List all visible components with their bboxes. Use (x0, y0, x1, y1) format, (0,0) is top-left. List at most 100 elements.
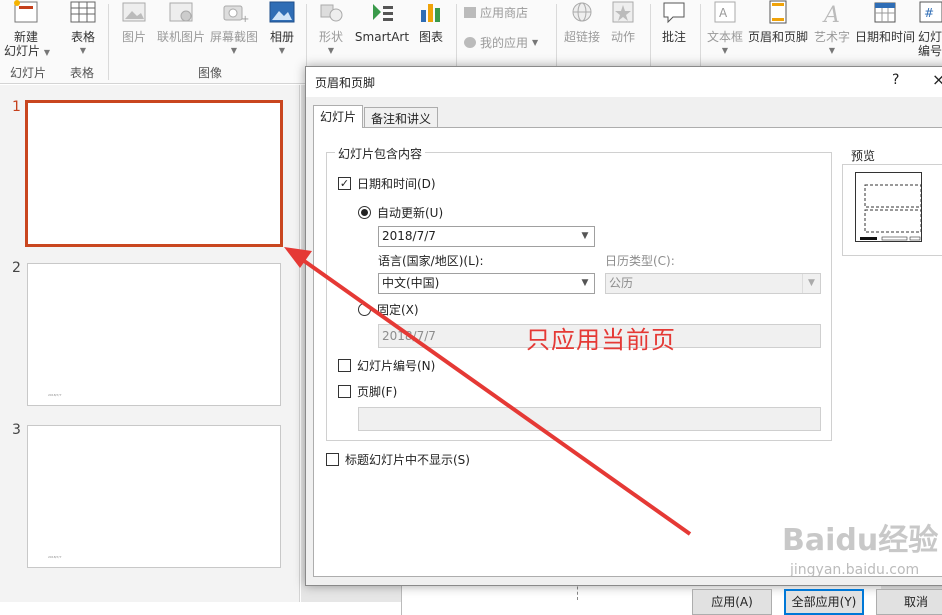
chevron-down-icon: ▼ (79, 46, 87, 55)
comment-label: 批注 (661, 30, 686, 44)
chevron-down-icon: ▼ (581, 231, 589, 241)
calendar-type-select[interactable]: 公历 ▼ (605, 273, 821, 294)
checkmark-icon: ✓ (338, 177, 351, 190)
baidu-watermark: Baidu经验 (782, 523, 939, 558)
globe-link-icon (572, 2, 592, 22)
thumbnail-footer-date: 2018/7/7 (48, 555, 62, 559)
wordart-icon: A (822, 3, 840, 26)
shapes-icon (320, 4, 343, 22)
header-footer-button[interactable]: 页眉和页脚 (747, 0, 809, 64)
picture-icon (122, 2, 146, 22)
star-icon (612, 1, 634, 23)
slide-number-icon: # (919, 1, 942, 23)
apps-icon (464, 36, 476, 48)
action-button[interactable]: 动作 (608, 0, 638, 64)
online-picture-button[interactable]: 联机图片 (156, 0, 206, 64)
date-time-button[interactable]: 日期和时间 (854, 0, 916, 64)
tab-slide[interactable]: 幻灯片 (313, 105, 364, 128)
slide-thumbnail-2[interactable]: 2018/7/7 (27, 263, 281, 406)
store-icon (464, 6, 476, 18)
preview-box (842, 164, 942, 256)
app-store-button[interactable]: 应用商店 (464, 2, 528, 22)
slide-number-button[interactable]: # 幻灯 编号 (918, 0, 942, 64)
smartart-icon (373, 4, 393, 21)
action-label: 动作 (610, 30, 635, 44)
calendar-icon (874, 2, 896, 23)
svg-text:A: A (822, 3, 840, 26)
dialog-title-bar: 页眉和页脚 ? × (306, 67, 942, 97)
slide-thumbnail-3[interactable]: 2018/7/7 (27, 425, 281, 568)
calendar-value: 公历 (609, 276, 634, 290)
date-time-label: 日期和时间 (854, 30, 915, 44)
fixed-radio[interactable]: 固定(X) (358, 301, 419, 318)
auto-date-format-select[interactable]: 2018/7/7 ▼ (378, 226, 595, 247)
textbox-button[interactable]: A 文本框 ▼ (706, 0, 744, 64)
radio-selected-icon (358, 206, 371, 219)
chevron-down-icon: ▼ (43, 48, 50, 57)
slide-content-groupbox: 幻灯片包含内容 (326, 145, 832, 441)
my-apps-button[interactable]: 我的应用 ▼ (464, 32, 538, 52)
dont-show-on-title-checkbox[interactable]: 标题幻灯片中不显示(S) (326, 451, 470, 468)
shapes-button[interactable]: 形状 ▼ (314, 0, 348, 64)
language-select[interactable]: 中文(中国) ▼ (378, 273, 595, 294)
chevron-down-icon: ▼ (278, 46, 286, 55)
date-time-checkbox[interactable]: ✓ 日期和时间(D) (338, 175, 436, 192)
auto-update-radio[interactable]: 自动更新(U) (358, 204, 443, 221)
comment-button[interactable]: 批注 (658, 0, 690, 64)
group-label-images: 图像 (197, 66, 222, 80)
calendar-type-label: 日历类型(C): (605, 254, 675, 268)
wordart-button[interactable]: A 艺术字 ▼ (812, 0, 852, 64)
slide-thumbnail-pane: 1 2 2018/7/7 3 2018/7/7 (0, 85, 300, 602)
textbox-label: 文本框 (706, 30, 743, 44)
chevron-down-icon: ▼ (828, 46, 836, 55)
shapes-label: 形状 (318, 30, 343, 44)
close-icon[interactable]: × (932, 70, 942, 89)
hyperlink-button[interactable]: 超链接 (562, 0, 602, 64)
group-label-slides: 幻灯片 (9, 66, 46, 80)
album-button[interactable]: 相册 ▼ (266, 0, 298, 64)
screenshot-icon: + (223, 5, 249, 25)
header-footer-label: 页眉和页脚 (747, 30, 808, 44)
new-slide-icon (14, 0, 38, 23)
dont-show-on-title-label: 标题幻灯片中不显示(S) (345, 453, 470, 467)
thumbnail-footer-date: 2018/7/7 (48, 393, 62, 397)
language-value: 中文(中国) (382, 276, 440, 290)
textbox-icon: A (714, 1, 736, 23)
checkbox-empty-icon (326, 453, 339, 466)
wordart-label: 艺术字 (813, 30, 850, 44)
picture-label: 图片 (121, 30, 146, 44)
smartart-button[interactable]: SmartArt (354, 0, 410, 64)
table-icon (70, 1, 96, 23)
slide-number-checkbox[interactable]: 幻灯片编号(N) (338, 357, 435, 374)
svg-text:#: # (924, 6, 934, 20)
chevron-down-icon: ▼ (802, 274, 820, 293)
picture-button[interactable]: 图片 (118, 0, 150, 64)
album-icon (269, 1, 295, 23)
tab-notes-handouts[interactable]: 备注和讲义 (364, 107, 439, 128)
new-slide-label-1: 新建 (13, 30, 38, 44)
apply-all-button[interactable]: 全部应用(Y) (784, 589, 864, 615)
auto-update-label: 自动更新(U) (377, 206, 444, 220)
screenshot-button[interactable]: + 屏幕截图 ▼ (209, 0, 259, 64)
smartart-label: SmartArt (354, 30, 410, 44)
slide-number-checkbox-label: 幻灯片编号(N) (357, 359, 436, 373)
cancel-button[interactable]: 取消 (876, 589, 942, 615)
groupbox-title: 幻灯片包含内容 (335, 145, 426, 162)
new-slide-label-2: 幻灯片 (4, 44, 41, 58)
table-button[interactable]: 表格 ▼ (66, 0, 100, 64)
chevron-down-icon: ▼ (721, 46, 729, 55)
dialog-title: 页眉和页脚 (315, 76, 376, 90)
chart-button[interactable]: 图表 (416, 0, 446, 64)
chevron-down-icon: ▼ (327, 46, 335, 55)
slide-thumbnail-1[interactable] (25, 100, 283, 247)
slide-number-3: 3 (12, 422, 21, 438)
footer-checkbox-label: 页脚(F) (357, 385, 398, 399)
hyperlink-label: 超链接 (563, 30, 600, 44)
footer-text-input[interactable] (358, 407, 821, 431)
new-slide-button[interactable]: 新建 幻灯片 ▼ (4, 0, 50, 64)
apply-button[interactable]: 应用(A) (692, 589, 772, 615)
footer-checkbox[interactable]: 页脚(F) (338, 383, 397, 400)
checkbox-empty-icon (338, 385, 351, 398)
comment-icon (663, 2, 685, 24)
help-icon[interactable]: ? (892, 72, 899, 88)
